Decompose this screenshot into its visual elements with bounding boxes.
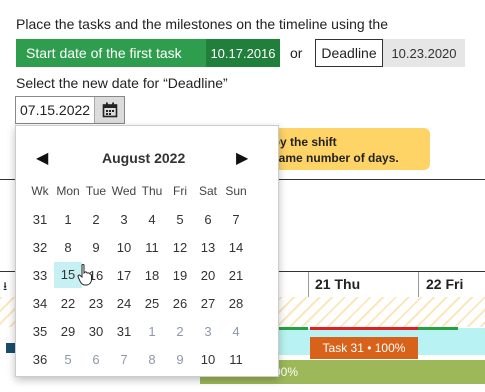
weekday-header: Mon (56, 184, 80, 198)
calendar-week-row: 34 22 23 24 25 26 27 28 (26, 289, 250, 317)
hand-cursor-icon (77, 264, 93, 291)
calendar-day[interactable]: 27 (194, 296, 222, 311)
weekday-header: Fri (173, 184, 187, 198)
weekday-header: Sun (225, 184, 247, 198)
start-date-value[interactable]: 10.17.2016 (206, 39, 280, 67)
calendar-week-row: 32 8 9 10 11 12 13 14 (26, 233, 250, 261)
calendar-day[interactable]: 6 (194, 212, 222, 227)
column-header-fri: 22 Fri (426, 276, 464, 292)
calendar-weekday-header: Wk Mon Tue Wed Thu Fri Sat Sun (26, 177, 250, 205)
column-separator (418, 272, 419, 297)
start-date-label[interactable]: Start date of the first task (16, 39, 206, 67)
week-number-header: Wk (31, 184, 49, 198)
progress-line-green (418, 327, 458, 330)
week-number: 36 (32, 351, 48, 367)
calendar-day[interactable]: 10 (110, 240, 138, 255)
calendar-day[interactable]: 4 (138, 212, 166, 227)
date-input-value[interactable]: 07.15.2022 (16, 102, 94, 118)
calendar-month-label: August 2022 (102, 150, 186, 166)
calendar-day[interactable]: 6 (82, 352, 110, 367)
calendar-day[interactable]: 21 (222, 268, 250, 283)
calendar-day[interactable]: 3 (110, 212, 138, 227)
calendar-day[interactable]: 2 (82, 212, 110, 227)
calendar-day[interactable]: 23 (82, 296, 110, 311)
column-separator (308, 272, 309, 297)
weekday-header: Sat (198, 184, 217, 198)
week-number: 34 (32, 295, 48, 311)
select-date-label: Select the new date for “Deadline” (16, 75, 228, 91)
calendar-day[interactable]: 24 (110, 296, 138, 311)
tooltip-line-2: e same number of days. (262, 151, 399, 165)
prev-month-icon[interactable]: ◀ (36, 148, 48, 168)
calendar-day[interactable]: 12 (166, 240, 194, 255)
calendar-day[interactable]: 1 (54, 212, 82, 227)
calendar-day[interactable]: 4 (222, 324, 250, 339)
calendar-day[interactable]: 10 (194, 352, 222, 367)
task-bar[interactable]: Task 31 • 100% (310, 337, 418, 359)
calendar-day[interactable]: 5 (166, 212, 194, 227)
calendar-day[interactable]: 17 (110, 268, 138, 283)
calendar-day[interactable]: 9 (82, 240, 110, 255)
calendar-day[interactable]: 22 (54, 296, 82, 311)
calendar-week-row: 36 5 6 7 8 9 10 11 (26, 345, 250, 373)
calendar-day[interactable]: 19 (166, 268, 194, 283)
date-input[interactable]: 07.15.2022 (15, 96, 125, 124)
calendar-day[interactable]: 5 (54, 352, 82, 367)
calendar-day[interactable]: 2 (166, 324, 194, 339)
weekday-header: Thu (141, 184, 163, 198)
calendar-day[interactable]: 7 (222, 212, 250, 227)
calendar-day[interactable]: 11 (222, 352, 250, 367)
calendar-day[interactable]: 1 (138, 324, 166, 339)
calendar-day[interactable]: 7 (110, 352, 138, 367)
calendar-day[interactable]: 20 (194, 268, 222, 283)
calendar-day[interactable]: 29 (54, 324, 82, 339)
calendar-week-row: 35 29 30 31 1 2 3 4 (26, 317, 250, 345)
week-number: 33 (32, 267, 48, 283)
weekday-header: Tue (85, 184, 107, 198)
collapse-all-icon[interactable]: ⭳ (3, 277, 7, 298)
calendar-day[interactable]: 26 (166, 296, 194, 311)
calendar-day[interactable]: 8 (138, 352, 166, 367)
instruction-text: Place the tasks and the milestones on th… (16, 16, 388, 32)
deadline-label[interactable]: Deadline (315, 39, 383, 67)
calendar-day[interactable]: 25 (138, 296, 166, 311)
deadline-value[interactable]: 10.23.2020 (383, 39, 465, 67)
calendar-week-row: 31 1 2 3 4 5 6 7 (26, 205, 250, 233)
calendar-icon[interactable] (94, 97, 124, 123)
week-number: 32 (32, 239, 48, 255)
critical-line-red (310, 327, 418, 330)
weekday-header: Wed (111, 184, 137, 198)
calendar-day[interactable]: 9 (166, 352, 194, 367)
calendar-grid: Wk Mon Tue Wed Thu Fri Sat Sun 31 1 2 3 4 5 6 7 32 8 9 10 11… (26, 177, 250, 373)
calendar-day[interactable]: 18 (138, 268, 166, 283)
calendar-day[interactable]: 14 (222, 240, 250, 255)
column-header-thu: 21 Thu (315, 276, 361, 292)
calendar-day[interactable]: 28 (222, 296, 250, 311)
calendar-day[interactable]: 30 (82, 324, 110, 339)
calendar-day[interactable]: 13 (194, 240, 222, 255)
week-number: 31 (32, 211, 48, 227)
week-number: 35 (32, 323, 48, 339)
calendar-day[interactable]: 31 (110, 324, 138, 339)
calendar-day[interactable]: 11 (138, 240, 166, 255)
calendar-day[interactable]: 3 (194, 324, 222, 339)
calendar-day[interactable]: 8 (54, 240, 82, 255)
date-picker-popup: ◀ August 2022 ▶ Wk Mon Tue Wed Thu Fri Sat Sun 3… (15, 125, 279, 377)
or-label: or (290, 45, 303, 61)
next-month-icon[interactable]: ▶ (236, 148, 248, 168)
calendar-week-row: 33 15 16 17 18 19 20 21 (26, 261, 250, 289)
